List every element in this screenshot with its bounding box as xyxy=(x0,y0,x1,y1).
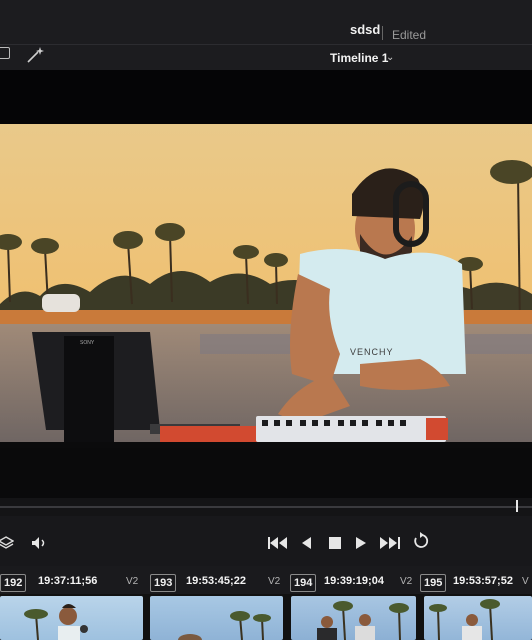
magic-wand-icon[interactable] xyxy=(26,46,46,69)
clip-timecode: 19:39:19;04 xyxy=(324,575,384,587)
chevron-down-icon[interactable]: ⌄ xyxy=(386,52,394,63)
play-reverse-icon[interactable] xyxy=(302,536,312,552)
project-status: Edited xyxy=(392,28,427,42)
clip-number[interactable]: 192 xyxy=(0,574,27,592)
viewer-bottom-margin xyxy=(0,448,532,498)
loop-icon[interactable] xyxy=(412,532,430,553)
clip-track: V xyxy=(522,576,529,587)
clip-thumbnail[interactable] xyxy=(291,596,416,640)
title-bar: sdsd Edited Timeline 1 ⌄ xyxy=(0,0,532,70)
toolbar-divider xyxy=(0,44,532,45)
clip-timecode: 19:53:45;22 xyxy=(186,575,246,587)
clip-thumbnail[interactable] xyxy=(0,596,143,640)
project-name: sdsd xyxy=(350,22,381,37)
skip-back-icon[interactable] xyxy=(268,536,288,552)
clip-number[interactable]: 194 xyxy=(290,574,317,592)
clip-thumbnails xyxy=(0,594,532,640)
clip-track: V2 xyxy=(126,576,139,587)
clip-timecode: 19:53:57;52 xyxy=(453,575,513,587)
skip-forward-icon[interactable] xyxy=(380,536,400,552)
speaker-brand: SONY xyxy=(80,340,95,346)
viewer-top-margin xyxy=(0,70,532,124)
video-frame: VENCHY SONY xyxy=(0,124,532,448)
clip-thumbnail[interactable] xyxy=(150,596,283,640)
clip-number[interactable]: 193 xyxy=(150,574,177,592)
shirt-print: VENCHY xyxy=(350,347,394,357)
viewer-scrubber[interactable] xyxy=(0,498,532,516)
scrubber-track[interactable] xyxy=(0,506,532,508)
layers-icon[interactable] xyxy=(0,536,15,553)
video-viewer[interactable]: VENCHY SONY xyxy=(0,124,532,448)
clip-timecode: 19:37:11;56 xyxy=(38,575,98,587)
transport-bar xyxy=(0,516,532,566)
clip-track: V2 xyxy=(268,576,281,587)
volume-icon[interactable] xyxy=(31,536,49,553)
clip-info-row: 192 19:37:11;56 V2 193 19:53:45;22 V2 19… xyxy=(0,566,532,594)
stop-icon[interactable] xyxy=(329,536,341,552)
timeline-selector[interactable]: Timeline 1 xyxy=(330,51,388,65)
playhead[interactable] xyxy=(516,500,518,512)
play-icon[interactable] xyxy=(356,536,366,552)
title-separator xyxy=(382,26,383,40)
panel-toggle-icon[interactable] xyxy=(0,47,10,59)
clip-number[interactable]: 195 xyxy=(420,574,447,592)
clip-thumbnail[interactable] xyxy=(424,596,532,640)
clip-track: V2 xyxy=(400,576,413,587)
